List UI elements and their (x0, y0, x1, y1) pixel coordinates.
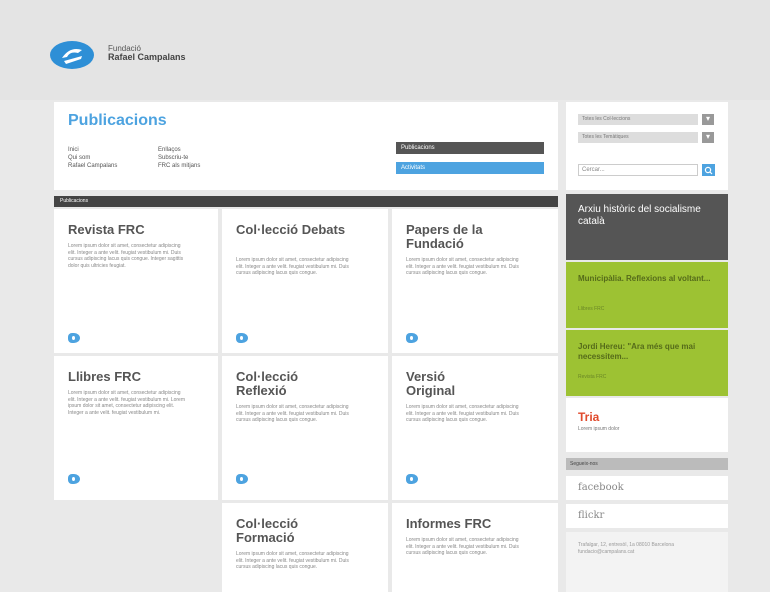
card-title: Papers de la Fundació (406, 222, 483, 251)
search-button[interactable] (702, 164, 715, 176)
logo-icon[interactable] (48, 38, 96, 72)
search-icon (704, 166, 713, 175)
card-title: Llibres FRC (68, 369, 141, 384)
promo-sub: Revista FRC (578, 374, 607, 380)
pill-activitats[interactable]: Activitats (396, 162, 544, 174)
filter-panel: Totes les Col·leccions ▾ Totes les Temàt… (566, 102, 728, 190)
promo-jordi[interactable]: Jordi Hereu: "Ara més que mai necessitem… (566, 330, 728, 396)
tria-sub: Lorem ipsum dolor (578, 426, 620, 432)
card-title: Informes FRC (406, 516, 492, 531)
tria-box[interactable]: Tria Lorem ipsum dolor (566, 398, 728, 452)
card-body: Lorem ipsum dolor sit amet, consectetur … (236, 257, 349, 276)
card-papers[interactable]: Papers de la Fundació Lorem ipsum dolor … (392, 209, 558, 353)
card-body: Lorem ipsum dolor sit amet, consectetur … (406, 257, 519, 276)
themes-dropdown-icon[interactable]: ▾ (702, 132, 714, 143)
nav-subscriu[interactable]: Subscriu-te (158, 154, 200, 162)
card-title: Col·lecció Reflexió (236, 369, 299, 398)
card-informes[interactable]: Informes FRC Lorem ipsum dolor sit amet,… (392, 503, 558, 592)
card-body: Lorem ipsum dolor sit amet, consectetur … (406, 404, 519, 423)
search-input[interactable]: Cercar... (578, 164, 698, 176)
nav-inici[interactable]: Inici (68, 146, 117, 154)
card-debats[interactable]: Col·lecció Debats Lorem ipsum dolor sit … (222, 209, 388, 353)
card-body: Lorem ipsum dolor sit amet, consectetur … (236, 404, 349, 423)
card-title: Versió Original (406, 369, 456, 398)
nav-qui-som[interactable]: Qui som (68, 154, 117, 162)
collections-select[interactable]: Totes les Col·leccions (578, 114, 698, 125)
more-icon[interactable] (406, 333, 418, 343)
more-icon[interactable] (68, 333, 80, 343)
card-revista[interactable]: Revista FRC Lorem ipsum dolor sit amet, … (54, 209, 218, 353)
nav-left: Inici Qui som Rafael Campalans (68, 146, 117, 170)
themes-select[interactable]: Totes les Temàtiques (578, 132, 698, 143)
follow-bar: Segueix-nos (566, 458, 728, 470)
card-title: Col·lecció Formació (236, 516, 299, 545)
card-title: Revista FRC (68, 222, 145, 237)
nav-enllacos[interactable]: Enllaços (158, 146, 200, 154)
nav-mid: Enllaços Subscriu-te FRC als mitjans (158, 146, 200, 170)
nav-rafael[interactable]: Rafael Campalans (68, 162, 117, 170)
more-icon[interactable] (236, 474, 248, 484)
more-icon[interactable] (236, 333, 248, 343)
section-bar: Publicacions (54, 196, 558, 207)
promo-sub: Llibres FRC (578, 306, 605, 312)
promo-title: Jordi Hereu: "Ara més que mai necessitem… (578, 342, 696, 361)
collections-dropdown-icon[interactable]: ▾ (702, 114, 714, 125)
facebook-link[interactable]: facebook (566, 476, 728, 500)
card-body: Lorem ipsum dolor sit amet, consectetur … (68, 243, 184, 269)
card-versio[interactable]: Versió Original Lorem ipsum dolor sit am… (392, 356, 558, 500)
card-body: Lorem ipsum dolor sit amet, consectetur … (406, 537, 519, 556)
nav-mitjans[interactable]: FRC als mitjans (158, 162, 200, 170)
contact-info: Trafalgar, 12, entresòl, 1a 08010 Barcel… (566, 532, 728, 592)
site-header: Fundació Rafael Campalans (0, 0, 770, 100)
card-body: Lorem ipsum dolor sit amet, consectetur … (236, 551, 349, 570)
page-title: Publicacions (68, 112, 167, 129)
more-icon[interactable] (406, 474, 418, 484)
card-body: Lorem ipsum dolor sit amet, consectetur … (68, 390, 186, 416)
card-llibres[interactable]: Llibres FRC Lorem ipsum dolor sit amet, … (54, 356, 218, 500)
card-title: Col·lecció Debats (236, 222, 346, 237)
tria-title: Tria (578, 410, 600, 424)
arxiu-link[interactable]: Arxiu històric del socialisme català (566, 194, 728, 260)
promo-title: Municipàlia. Reflexions al voltant... (578, 274, 711, 283)
card-formacio[interactable]: Col·lecció Formació Lorem ipsum dolor si… (222, 503, 388, 592)
more-icon[interactable] (68, 474, 80, 484)
flickr-link[interactable]: flickr (566, 504, 728, 528)
brand-name[interactable]: Fundació Rafael Campalans (108, 44, 186, 62)
promo-municipalia[interactable]: Municipàlia. Reflexions al voltant... Ll… (566, 262, 728, 328)
pill-publicacions[interactable]: Publicacions (396, 142, 544, 154)
card-reflexio[interactable]: Col·lecció Reflexió Lorem ipsum dolor si… (222, 356, 388, 500)
brand-line2: Rafael Campalans (108, 52, 186, 62)
